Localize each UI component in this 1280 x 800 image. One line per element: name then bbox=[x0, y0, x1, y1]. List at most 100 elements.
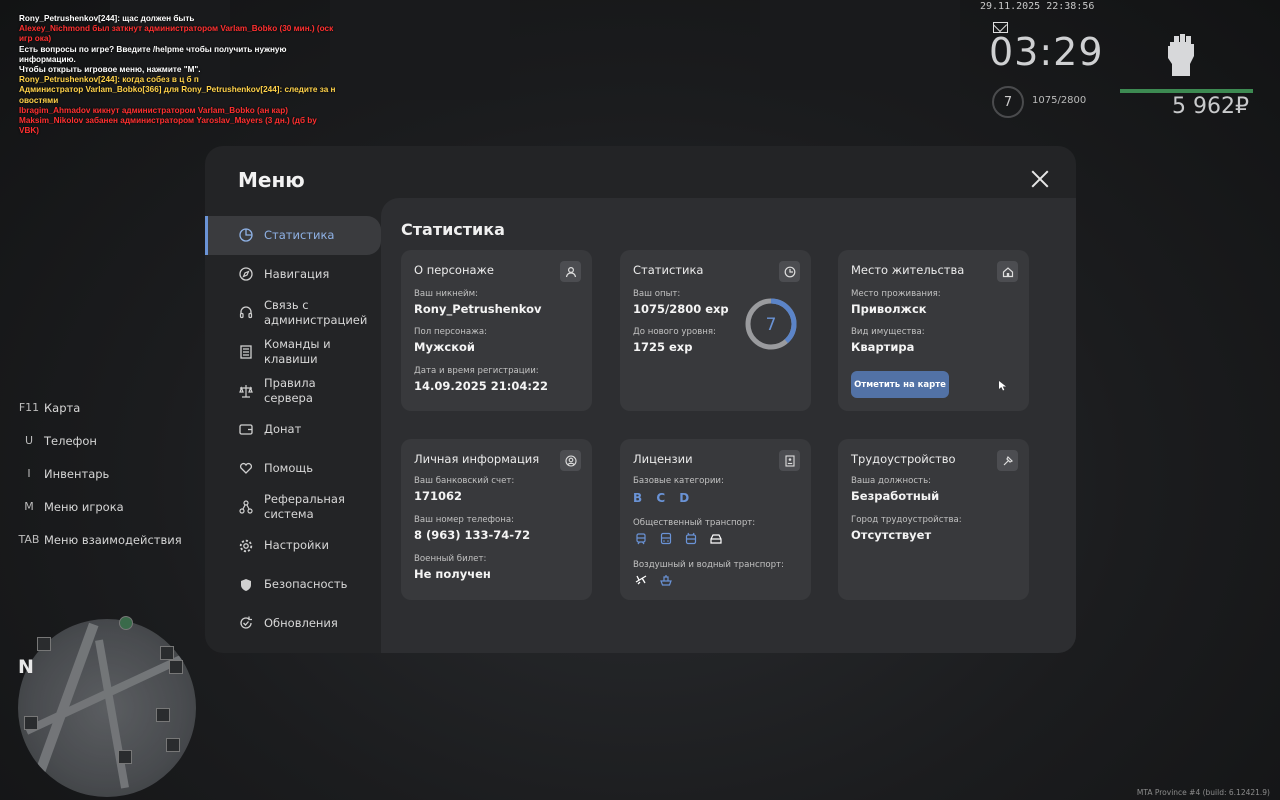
air-water-label: Воздушный и водный транспорт: bbox=[633, 560, 784, 570]
sidebar-item[interactable]: Обновления bbox=[205, 604, 381, 643]
sidebar-item[interactable]: Реферальная система bbox=[205, 488, 381, 527]
map-marker-icon bbox=[160, 646, 174, 660]
place-label: Место проживания: bbox=[851, 289, 941, 299]
keybind-key: TAB bbox=[18, 533, 40, 546]
property-value: Квартира bbox=[851, 340, 915, 354]
trolleybus-icon bbox=[683, 531, 699, 547]
north-indicator: N bbox=[18, 656, 34, 678]
card-licenses: Лицензии Базовые категории: B C D Общест… bbox=[620, 439, 811, 600]
military-label: Военный билет: bbox=[414, 554, 487, 564]
basic-categories-value: B C D bbox=[633, 491, 695, 505]
sidebar-item-label: Правила сервера bbox=[264, 375, 316, 405]
taxi-icon bbox=[708, 531, 724, 547]
sidebar-item[interactable]: Правила сервера bbox=[205, 371, 381, 410]
health-bar bbox=[1120, 89, 1253, 93]
cursor-icon bbox=[999, 381, 1006, 391]
keybind-label: Телефон bbox=[44, 433, 97, 448]
background-building bbox=[760, 0, 960, 90]
map-marker-icon bbox=[169, 660, 183, 674]
job-city-label: Город трудоустройства: bbox=[851, 515, 962, 525]
chat-line: Maksim_Nikolov забанен администратором Y… bbox=[19, 116, 317, 136]
chat-line: Есть вопросы по игре? Введите /helpme чт… bbox=[19, 44, 287, 64]
chat-line: Администратор Varlam_Bobko[366] для Rony… bbox=[19, 85, 336, 105]
hud-clock: 03:29 bbox=[989, 30, 1104, 74]
user-icon bbox=[560, 261, 581, 282]
close-icon[interactable] bbox=[1031, 170, 1049, 188]
keybind-row: M Меню игрока bbox=[14, 490, 182, 523]
bank-value: 171062 bbox=[414, 489, 463, 503]
job-city-value: Отсутствует bbox=[851, 528, 932, 542]
bank-label: Ваш банковский счет: bbox=[414, 476, 515, 486]
card-character: О персонаже Ваш никнейм: Rony_Petrushenk… bbox=[401, 250, 592, 411]
keybind-hints: F11 Карта U Телефон I Инвентарь M Меню игрока TA… bbox=[14, 391, 182, 556]
bus-icon bbox=[658, 531, 674, 547]
build-version: MTA Province #4 (build: 6.12421.9) bbox=[1136, 788, 1270, 797]
hud-level-value: 7 bbox=[1003, 94, 1013, 110]
public-transport-icons bbox=[633, 531, 724, 547]
card-personal: Личная информация Ваш банковский счет: 1… bbox=[401, 439, 592, 600]
keybind-row: F11 Карта bbox=[14, 391, 182, 424]
update-icon bbox=[238, 615, 254, 631]
sidebar-item[interactable]: Помощь bbox=[205, 449, 381, 488]
mark-on-map-button[interactable]: Отметить на карте bbox=[851, 371, 949, 398]
card-title: О персонаже bbox=[414, 263, 494, 277]
background-building bbox=[330, 0, 510, 100]
keybind-key: F11 bbox=[18, 401, 40, 414]
nickname-value: Rony_Petrushenkov bbox=[414, 302, 542, 316]
keybind-row: I Инвентарь bbox=[14, 457, 182, 490]
public-transport-label: Общественный транспорт: bbox=[633, 518, 756, 528]
referral-icon bbox=[238, 499, 254, 515]
sidebar-item[interactable]: Статистика bbox=[205, 216, 381, 255]
keybind-row: U Телефон bbox=[14, 424, 182, 457]
fist-icon bbox=[1168, 34, 1194, 76]
sidebar-item[interactable]: Связь с администрацией bbox=[205, 294, 381, 333]
hud-exp: 1075/2800 bbox=[1032, 95, 1087, 106]
sidebar-item[interactable]: Навигация bbox=[205, 255, 381, 294]
next-level-label: До нового уровня: bbox=[633, 327, 716, 337]
sidebar-item[interactable]: Команды и клавиши bbox=[205, 332, 381, 371]
sidebar-item-label: Реферальная система bbox=[264, 491, 345, 521]
chat-line: Чтобы открыть игровое меню, нажмите "M". bbox=[19, 65, 201, 75]
wallet-icon bbox=[238, 421, 254, 437]
sidebar-item-label: Безопасность bbox=[264, 577, 348, 592]
chat-line: Ibragim_Ahmadov кикнут администратором V… bbox=[19, 105, 288, 115]
hud-level-ring: 7 bbox=[992, 86, 1024, 118]
chat-log: Rony_Petrushenkov[244]: щас должен быть A… bbox=[19, 14, 339, 136]
exp-label: Ваш опыт: bbox=[633, 289, 681, 299]
map-marker-icon bbox=[37, 637, 51, 651]
sidebar-item-label: Связь с администрацией bbox=[264, 297, 368, 327]
sidebar-item[interactable]: Настройки bbox=[205, 526, 381, 565]
home-icon bbox=[997, 261, 1018, 282]
card-job: Трудоустройство Ваша должность: Безработ… bbox=[838, 439, 1029, 600]
user-circle-icon bbox=[560, 450, 581, 471]
level-value: 7 bbox=[766, 315, 777, 335]
card-title: Личная информация bbox=[414, 452, 540, 466]
sidebar-item-label: Настройки bbox=[264, 538, 329, 553]
card-title: Статистика bbox=[633, 263, 704, 277]
keybind-key: U bbox=[24, 434, 34, 447]
property-label: Вид имущества: bbox=[851, 327, 925, 337]
keybind-label: Меню игрока bbox=[44, 499, 124, 514]
hud-money: 5 962₽ bbox=[1172, 94, 1249, 119]
air-water-icons bbox=[633, 572, 674, 588]
hud-datetime: 29.11.2025 22:38:56 bbox=[980, 1, 1095, 12]
sidebar-item-label: Навигация bbox=[264, 266, 330, 281]
sidebar-item[interactable]: Донат bbox=[205, 410, 381, 449]
keybind-key: I bbox=[27, 467, 31, 480]
sidebar-item-label: Команды и клавиши bbox=[264, 336, 331, 366]
tram-icon bbox=[633, 531, 649, 547]
card-title: Место жительства bbox=[851, 263, 965, 277]
boat-icon bbox=[658, 572, 674, 588]
chat-line: Alexey_Nichmond был заткнут администрато… bbox=[19, 24, 334, 44]
phone-value: 8 (963) 133-74-72 bbox=[414, 528, 531, 542]
card-stats: Статистика Ваш опыт: 1075/2800 exp До но… bbox=[620, 250, 811, 411]
basic-categories-label: Базовые категории: bbox=[633, 476, 724, 486]
map-marker-icon bbox=[24, 716, 38, 730]
nickname-label: Ваш никнейм: bbox=[414, 289, 479, 299]
sidebar-item-label: Статистика bbox=[264, 227, 335, 242]
sidebar-item[interactable]: Безопасность bbox=[205, 565, 381, 604]
keybind-label: Инвентарь bbox=[44, 466, 110, 481]
position-label: Ваша должность: bbox=[851, 476, 932, 486]
player-menu-window: Меню Статистика Навигация Связь с админист… bbox=[205, 146, 1076, 653]
card-residence: Место жительства Место проживания: Приво… bbox=[838, 250, 1029, 411]
